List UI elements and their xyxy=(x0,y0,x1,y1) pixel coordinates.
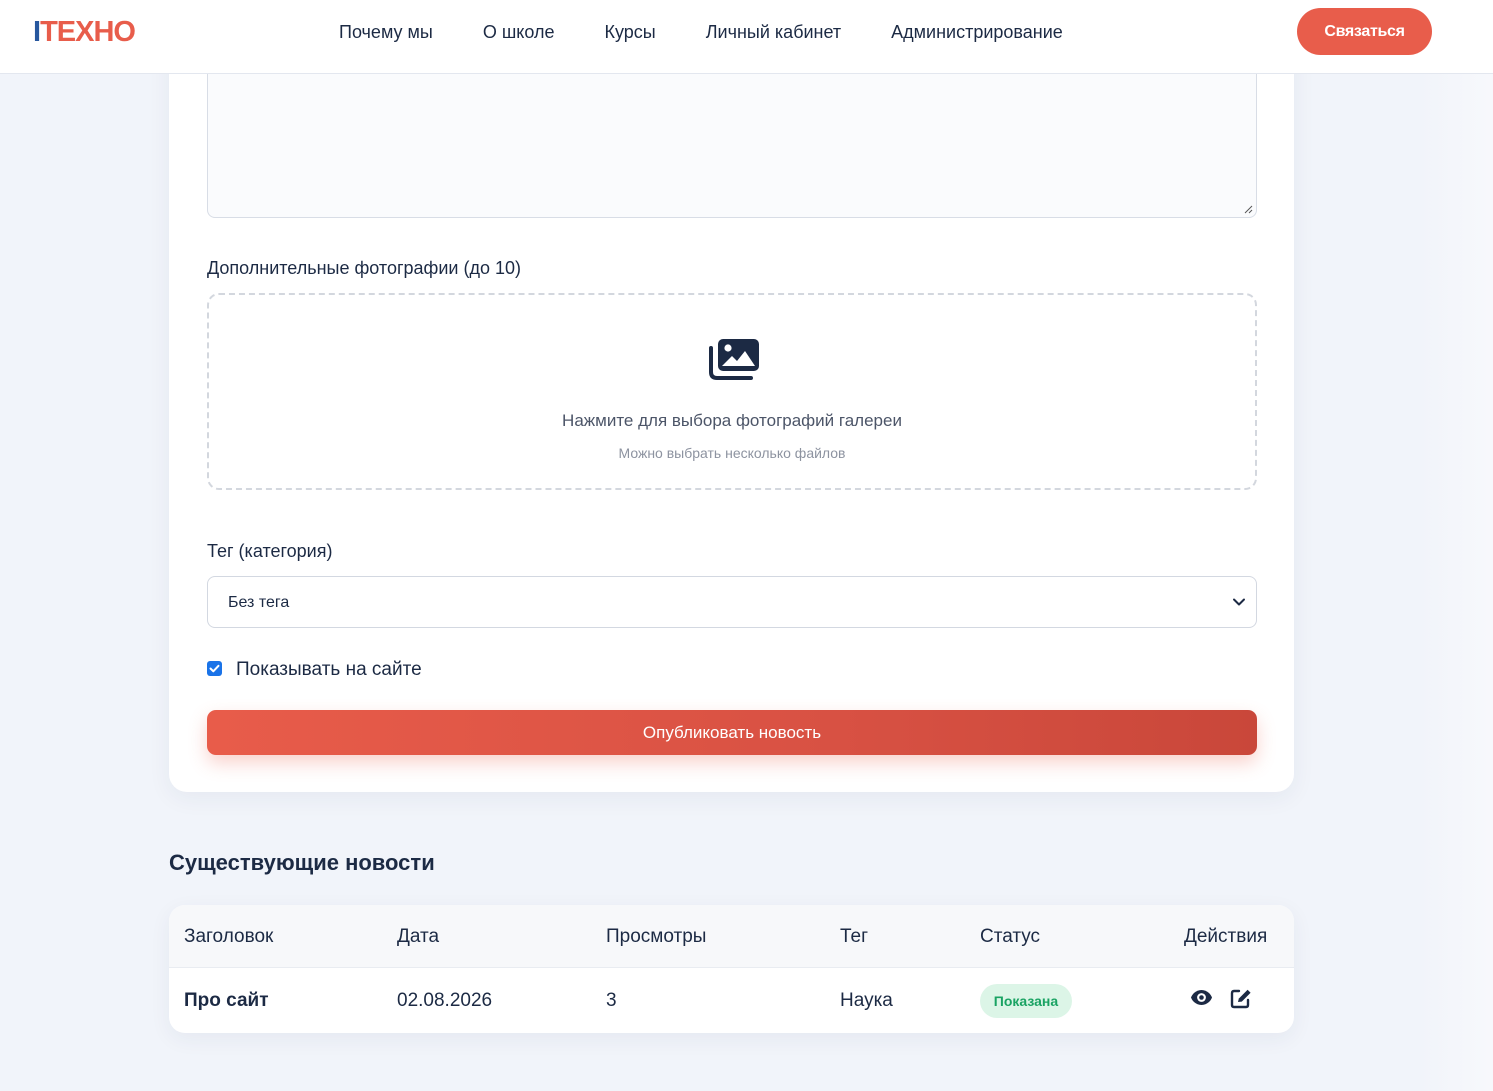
row-views: 3 xyxy=(606,990,617,1011)
main-nav: Почему мы О школе Курсы Личный кабинет А… xyxy=(339,20,1113,44)
site-header: ITEXHO Почему мы О школе Курсы Личный ка… xyxy=(0,0,1493,74)
check-icon xyxy=(209,664,220,673)
tag-label: Тег (категория) xyxy=(207,541,333,561)
site-logo[interactable]: ITEXHO xyxy=(33,16,136,48)
nav-about-school[interactable]: О школе xyxy=(483,20,555,44)
show-on-site-checkbox[interactable] xyxy=(207,661,222,676)
column-date: Дата xyxy=(397,926,440,947)
column-actions: Действия xyxy=(1184,926,1268,947)
row-tag: Наука xyxy=(840,990,893,1011)
dropzone-sub-text: Можно выбрать несколько файлов xyxy=(618,445,846,461)
table-header xyxy=(169,905,1294,968)
resize-grip-icon[interactable] xyxy=(1244,205,1253,214)
nav-administration[interactable]: Администрирование xyxy=(891,20,1063,44)
column-status: Статус xyxy=(980,926,1041,947)
tag-select[interactable]: Без тега xyxy=(207,576,1257,628)
column-tag: Тег xyxy=(840,926,869,947)
contact-button[interactable]: Связаться xyxy=(1297,8,1432,55)
images-icon xyxy=(709,339,759,380)
eye-icon[interactable] xyxy=(1190,989,1213,1006)
background-fade xyxy=(1420,74,1493,1091)
dropzone-main-text: Нажмите для выбора фотографий галереи xyxy=(562,411,902,430)
nav-personal-account[interactable]: Личный кабинет xyxy=(706,20,841,44)
news-table: Заголовок Дата Просмотры Тег Статус Дейс… xyxy=(169,905,1294,1033)
nav-courses[interactable]: Курсы xyxy=(605,20,656,44)
tag-select-value: Без тега xyxy=(228,594,290,611)
nav-why-us[interactable]: Почему мы xyxy=(339,20,433,44)
publish-news-button[interactable]: Опубликовать новость xyxy=(207,710,1257,755)
gallery-dropzone[interactable]: Нажмите для выбора фотографий галереи Мо… xyxy=(207,293,1257,490)
existing-news-title: Существующие новости xyxy=(169,850,435,875)
column-views: Просмотры xyxy=(606,926,707,947)
edit-icon[interactable] xyxy=(1230,988,1252,1009)
row-date: 02.08.2026 xyxy=(397,990,493,1011)
status-badge: Показана xyxy=(980,984,1072,1018)
chevron-down-icon xyxy=(1233,598,1245,606)
show-on-site-label: Показывать на сайте xyxy=(236,659,422,680)
row-title: Про сайт xyxy=(184,990,269,1011)
photos-label: Дополнительные фотографии (до 10) xyxy=(207,258,521,278)
column-title: Заголовок xyxy=(184,926,274,947)
